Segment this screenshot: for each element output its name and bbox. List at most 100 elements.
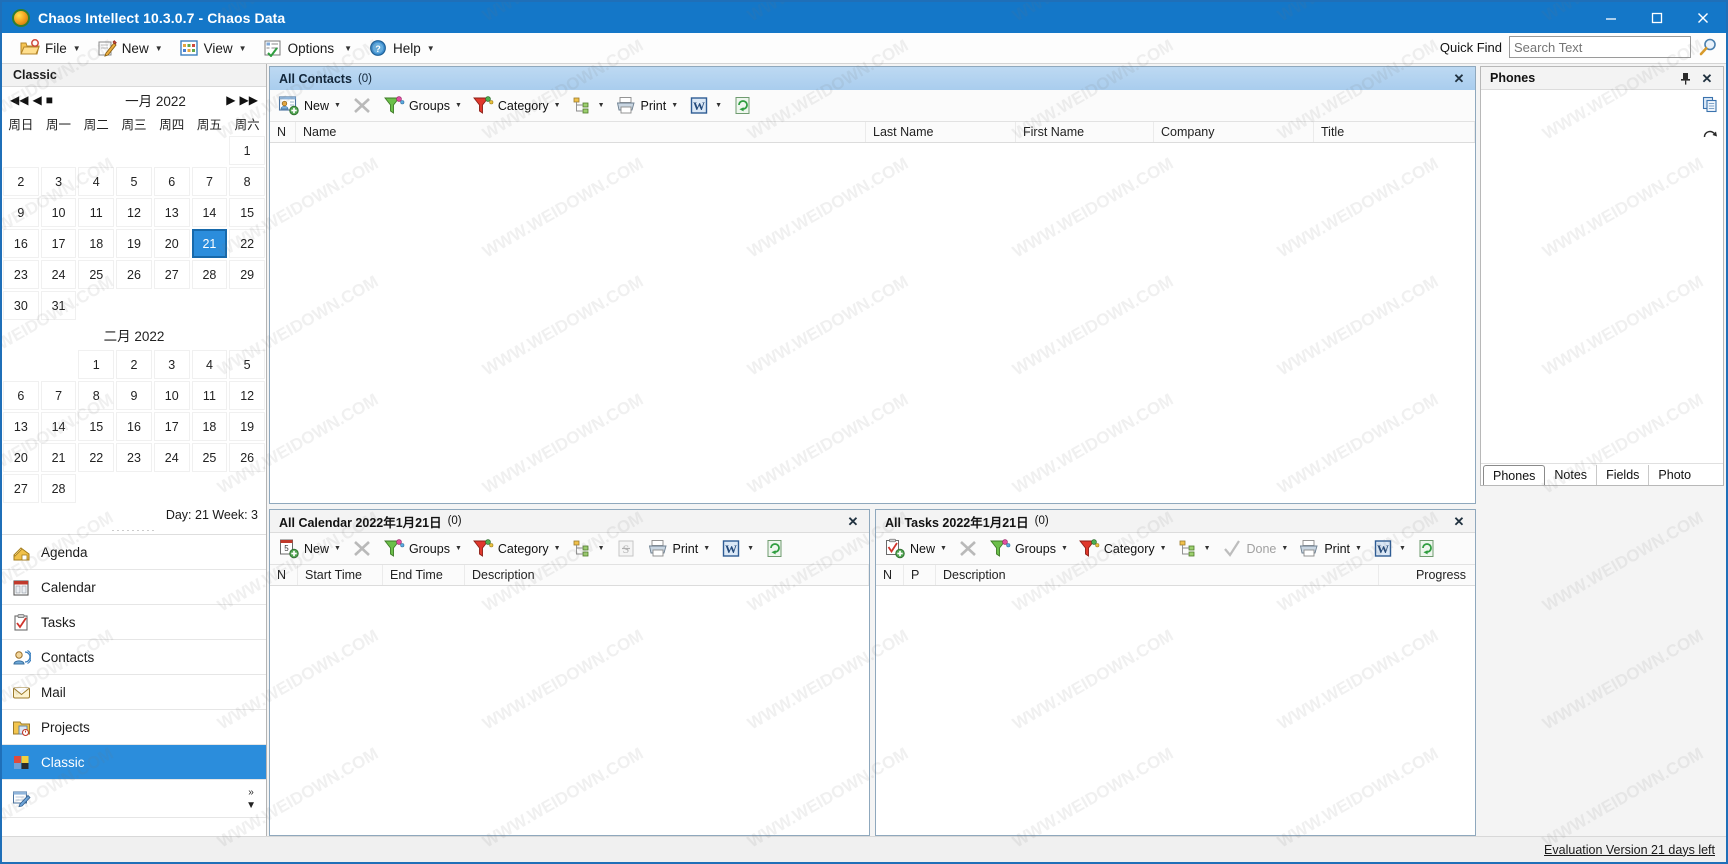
calendar-day[interactable]: 15 [229, 198, 265, 227]
calendar-day[interactable]: 4 [78, 167, 115, 196]
word-export-button[interactable]: W ▼ [716, 536, 758, 562]
calendar-day[interactable]: 8 [78, 381, 115, 410]
calendar-day[interactable]: 18 [78, 229, 115, 258]
hierarchy-button[interactable]: ▼ [567, 93, 609, 119]
refresh-button[interactable] [760, 536, 790, 562]
calendar-day[interactable]: 24 [40, 260, 77, 289]
print-button[interactable]: Print ▼ [611, 93, 683, 119]
evaluation-link[interactable]: Evaluation Version 21 days left [1544, 843, 1715, 857]
calendar-day[interactable]: 31 [40, 291, 77, 320]
prev-month-button[interactable]: ◀ [32, 94, 41, 106]
menu-view[interactable]: View ▼ [171, 35, 255, 61]
calendar-list-body[interactable] [270, 586, 869, 835]
phones-body[interactable] [1481, 90, 1723, 463]
configure-panel-icon[interactable] [12, 789, 31, 808]
calendar-day[interactable]: 14 [191, 198, 228, 227]
calendar-day-selected[interactable]: 21 [191, 229, 228, 258]
calendar-day[interactable]: 5 [229, 350, 265, 379]
calendar-day[interactable]: 26 [229, 443, 265, 472]
column-header[interactable]: Description [465, 565, 869, 585]
calendar-day[interactable]: 20 [3, 443, 39, 472]
sidebar-overflow-bar[interactable]: » ▼ [2, 780, 266, 818]
calendar-day[interactable]: 13 [3, 412, 39, 441]
column-header[interactable]: N [876, 565, 904, 585]
tab-phones[interactable]: Phones [1483, 465, 1546, 485]
calendar-day[interactable]: 9 [3, 198, 39, 227]
calendar-day[interactable]: 7 [191, 167, 228, 196]
menu-help[interactable]: ? Help ▼ [360, 35, 443, 61]
new-task-button[interactable]: New ▼ [880, 536, 951, 562]
chevron-down-icon[interactable]: ▼ [1354, 545, 1362, 552]
pin-icon[interactable] [1677, 67, 1693, 90]
close-icon[interactable]: ✕ [1450, 67, 1468, 90]
calendar-day[interactable]: 26 [116, 260, 152, 289]
calendar-day[interactable]: 1 [78, 350, 115, 379]
calendar-day[interactable]: 27 [3, 474, 39, 503]
calendar-day[interactable]: 29 [229, 260, 265, 289]
calendar-day[interactable]: 6 [153, 167, 190, 196]
calendar-day[interactable]: 17 [40, 229, 77, 258]
calendar-day[interactable]: 12 [229, 381, 265, 410]
calendar-day[interactable]: 2 [3, 167, 39, 196]
calendar-day[interactable]: 2 [116, 350, 152, 379]
chevron-down-icon[interactable]: ▼ [454, 545, 462, 552]
tab-notes[interactable]: Notes [1545, 465, 1598, 485]
maximize-icon[interactable] [1634, 2, 1680, 33]
next-year-button[interactable]: ▶▶ [240, 94, 258, 106]
calendar-day[interactable]: 11 [78, 198, 115, 227]
category-button[interactable]: Category ▼ [468, 536, 565, 562]
chevron-down-icon[interactable]: ▼ [939, 545, 947, 552]
column-header[interactable]: End Time [383, 565, 465, 585]
menu-new[interactable]: New ▼ [89, 35, 171, 61]
chevron-down-icon[interactable]: ▼ [670, 102, 678, 109]
calendar-day[interactable]: 19 [229, 412, 265, 441]
calendar-day[interactable]: 28 [40, 474, 77, 503]
calendar-day[interactable]: 24 [153, 443, 190, 472]
redo-arrow-icon[interactable] [1702, 127, 1719, 144]
chevron-down-icon[interactable]: ▼ [746, 545, 754, 552]
column-header[interactable]: Progress [1379, 565, 1475, 585]
menu-options[interactable]: Options ▼ [255, 35, 360, 61]
calendar-day[interactable]: 23 [116, 443, 152, 472]
column-header[interactable]: N [270, 565, 298, 585]
new-appointment-button[interactable]: 5 New ▼ [274, 536, 345, 562]
chevron-down-icon[interactable]: ▼ [333, 102, 341, 109]
column-header[interactable]: N [270, 122, 296, 142]
column-header[interactable]: Company [1154, 122, 1314, 142]
calendar-day[interactable]: 5 [116, 167, 152, 196]
print-button[interactable]: Print ▼ [643, 536, 715, 562]
sidebar-item-projects[interactable]: Projects [2, 710, 266, 745]
calendar-day[interactable]: 25 [78, 260, 115, 289]
chevron-down-icon[interactable]: ▼ [1203, 545, 1211, 552]
expand-chevrons-icon[interactable]: » [248, 787, 254, 798]
chevron-down-icon[interactable]: ▼ [246, 800, 256, 811]
calendar-day[interactable]: 3 [153, 350, 190, 379]
calendar-day[interactable]: 3 [40, 167, 77, 196]
close-icon[interactable]: ✕ [1698, 67, 1716, 90]
chevron-down-icon[interactable]: ▼ [333, 545, 341, 552]
column-header[interactable]: P [904, 565, 936, 585]
sidebar-item-mail[interactable]: Mail [2, 675, 266, 710]
calendar-day[interactable]: 23 [3, 260, 39, 289]
calendar-day[interactable]: 6 [3, 381, 39, 410]
calendar-day[interactable]: 27 [153, 260, 190, 289]
calendar-day[interactable]: 7 [40, 381, 77, 410]
magnifier-icon[interactable] [1698, 37, 1718, 57]
calendar-day[interactable]: 9 [116, 381, 152, 410]
calendar-day[interactable]: 10 [153, 381, 190, 410]
next-month-button[interactable]: ▶ [226, 94, 235, 106]
new-contact-button[interactable]: New ▼ [274, 93, 345, 119]
today-button[interactable]: ■ [46, 94, 53, 106]
search-input[interactable] [1509, 36, 1691, 58]
calendar-day[interactable]: 13 [153, 198, 190, 227]
chevron-down-icon[interactable]: ▼ [553, 545, 561, 552]
tasks-list-body[interactable] [876, 586, 1475, 835]
groups-button[interactable]: Groups ▼ [985, 536, 1072, 562]
calendar-day[interactable]: 4 [191, 350, 228, 379]
calendar-day[interactable]: 18 [191, 412, 228, 441]
sidebar-item-classic[interactable]: Classic [2, 745, 266, 780]
chevron-down-icon[interactable]: ▼ [1398, 545, 1406, 552]
sidebar-item-contacts[interactable]: Contacts [2, 640, 266, 675]
sidebar-splitter[interactable]: ········· [2, 525, 266, 535]
menu-file[interactable]: File ▼ [12, 35, 89, 61]
